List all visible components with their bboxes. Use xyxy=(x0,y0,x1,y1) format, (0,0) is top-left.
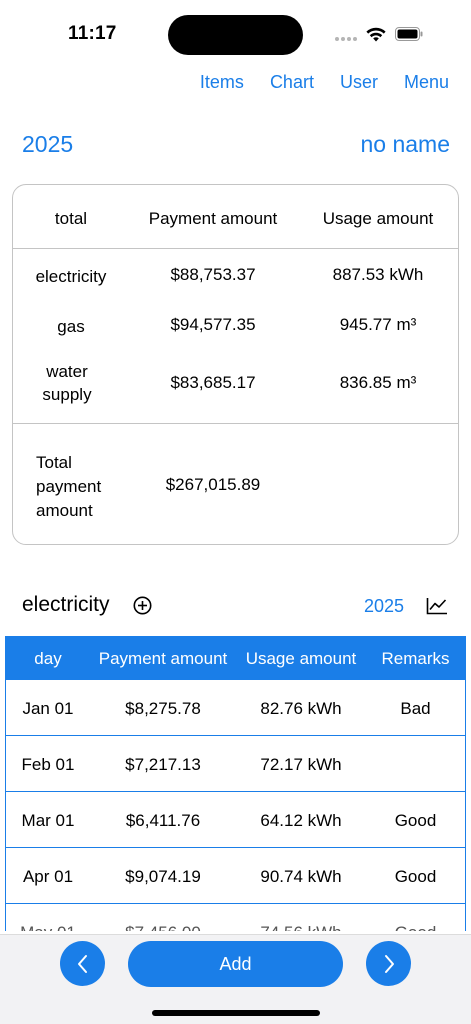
previous-button[interactable] xyxy=(60,941,105,986)
chevron-left-icon xyxy=(77,954,87,973)
table-row[interactable]: Feb 01 $7,217.13 72.17 kWh xyxy=(6,736,465,792)
cell-payment: $7,217.13 xyxy=(125,755,201,774)
cell-day: Feb 01 xyxy=(21,755,75,774)
user-name-link[interactable]: no name xyxy=(360,131,450,158)
top-nav: Items Chart User Menu xyxy=(174,72,449,93)
cell-day: May 01 xyxy=(6,923,90,931)
summary-header-usage: Usage amount xyxy=(322,209,434,228)
cell-remarks: Bad xyxy=(400,699,431,718)
cell-payment: $6,411.76 xyxy=(125,811,201,830)
total-label: Total payment amount xyxy=(36,453,102,520)
cell-usage: 74.56 kWh xyxy=(236,923,366,931)
summary-card: total Payment amount Usage amount electr… xyxy=(12,184,459,545)
table-row[interactable]: May 01 $7,456.00 74.56 kWh Good xyxy=(6,904,465,931)
cell-payment: $9,074.19 xyxy=(125,867,201,886)
section-year-selector[interactable]: 2025 xyxy=(364,596,404,617)
table-header: day Payment amount Usage amount Remarks xyxy=(6,636,465,680)
summary-header-total: total xyxy=(54,209,88,228)
cell-remarks: Good xyxy=(394,867,437,886)
summary-header: total Payment amount Usage amount xyxy=(13,185,458,249)
nav-items-link[interactable]: Items xyxy=(200,72,244,93)
status-time: 11:17 xyxy=(68,23,117,44)
cell-usage: 64.12 kWh xyxy=(260,811,342,830)
summary-row-usage: 887.53 kWh xyxy=(332,265,424,284)
table-row[interactable]: Mar 01 $6,411.76 64.12 kWh Good xyxy=(6,792,465,848)
nav-chart-link[interactable]: Chart xyxy=(270,72,314,93)
home-indicator xyxy=(152,1010,320,1016)
battery-icon xyxy=(395,27,423,41)
plus-circle-icon[interactable] xyxy=(133,596,152,615)
total-value: $267,015.89 xyxy=(165,475,261,494)
cell-payment: $7,456.00 xyxy=(90,923,236,931)
cell-usage: 90.74 kWh xyxy=(260,867,342,886)
section-title: electricity xyxy=(22,593,110,616)
usage-table: day Payment amount Usage amount Remarks … xyxy=(5,636,466,931)
summary-row-payment: $94,577.35 xyxy=(170,315,256,334)
cell-payment: $8,275.78 xyxy=(125,699,201,718)
cell-usage: 82.76 kWh xyxy=(260,699,342,718)
status-bar: 11:17 xyxy=(0,0,471,60)
summary-row-label: water supply xyxy=(42,362,92,404)
summary-row-payment: $88,753.37 xyxy=(170,265,256,284)
summary-row-usage: 836.85 m³ xyxy=(339,373,417,392)
cell-usage: 72.17 kWh xyxy=(260,755,342,774)
next-button[interactable] xyxy=(366,941,411,986)
line-chart-icon[interactable] xyxy=(426,597,448,615)
table-row[interactable]: Jan 01 $8,275.78 82.76 kWh Bad xyxy=(6,680,465,736)
table-row[interactable]: Apr 01 $9,074.19 90.74 kWh Good xyxy=(6,848,465,904)
wifi-icon xyxy=(366,27,386,42)
summary-row-payment: $83,685.17 xyxy=(170,373,256,392)
column-payment: Payment amount xyxy=(98,649,228,668)
add-button[interactable]: Add xyxy=(128,941,343,987)
summary-row-label: electricity xyxy=(35,267,107,286)
summary-total: Total payment amount $267,015.89 xyxy=(13,423,458,545)
nav-user-link[interactable]: User xyxy=(340,72,378,93)
signal-icon xyxy=(335,37,357,41)
year-selector[interactable]: 2025 xyxy=(22,131,73,158)
column-day: day xyxy=(34,649,62,668)
column-usage: Usage amount xyxy=(245,649,357,668)
nav-menu-link[interactable]: Menu xyxy=(404,72,449,93)
summary-row-usage: 945.77 m³ xyxy=(339,315,417,334)
cell-day: Jan 01 xyxy=(22,699,74,718)
column-remarks: Remarks xyxy=(381,649,450,668)
cell-day: Apr 01 xyxy=(22,867,74,886)
dynamic-island xyxy=(168,15,303,55)
cell-day: Mar 01 xyxy=(21,811,75,830)
summary-row-label: gas xyxy=(57,317,85,336)
cell-remarks: Good xyxy=(394,811,437,830)
summary-header-payment: Payment amount xyxy=(148,209,278,228)
cell-remarks: Good xyxy=(366,923,465,931)
chevron-right-icon xyxy=(384,954,394,973)
